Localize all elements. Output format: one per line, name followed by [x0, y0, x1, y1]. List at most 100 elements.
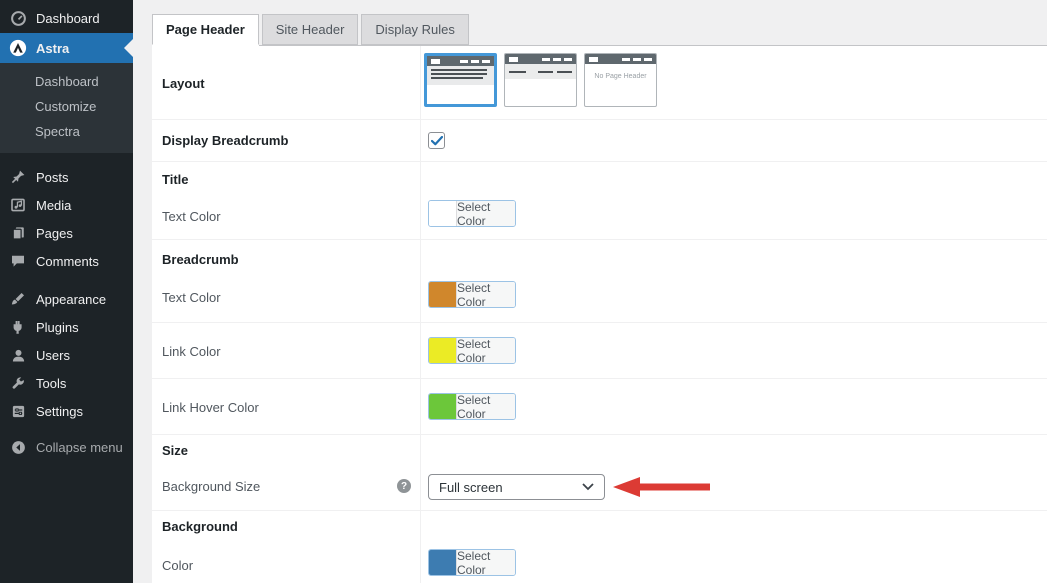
settings-tabbar: Page Header Site Header Display Rules [152, 14, 472, 45]
link-color-picker[interactable]: Select Color [428, 337, 516, 364]
background-size-dropdown[interactable]: Full screen [428, 474, 605, 500]
sidebar-item-settings[interactable]: Settings [0, 397, 133, 425]
collapse-menu-label: Collapse menu [36, 439, 123, 455]
setting-section-background: Background Color Select Color [152, 511, 1047, 582]
setting-row-link-color: Link Color Select Color [152, 323, 1047, 379]
breadcrumb-text-color-picker[interactable]: Select Color [428, 281, 516, 308]
sidebar-item-label: Tools [36, 375, 67, 391]
size-section-heading: Size [162, 443, 189, 458]
sidebar-item-label: Comments [36, 253, 99, 269]
appearance-brush-icon [9, 290, 27, 308]
wrench-icon [9, 374, 27, 392]
setting-row-display-breadcrumb: Display Breadcrumb [152, 120, 1047, 162]
layout-option-centered[interactable] [424, 53, 497, 107]
layout-option-none[interactable]: No Page Header [584, 53, 657, 107]
color-swatch [429, 338, 456, 363]
link-color-label: Link Color [162, 344, 221, 359]
thumb-browser-bar [505, 54, 576, 64]
sidebar-item-label: Pages [36, 225, 73, 241]
background-color-picker[interactable]: Select Color [428, 549, 516, 576]
sidebar-item-dashboard[interactable]: Dashboard [0, 3, 133, 33]
thumb-header-band [505, 64, 576, 79]
display-breadcrumb-checkbox[interactable] [428, 132, 445, 149]
pages-icon [9, 224, 27, 242]
breadcrumb-section-heading: Breadcrumb [162, 252, 239, 267]
settings-icon [9, 402, 27, 420]
setting-row-layout: Layout No Page Header [152, 46, 1047, 120]
breadcrumb-text-color-label: Text Color [162, 290, 221, 305]
menu-separator [0, 153, 133, 163]
title-text-color-picker[interactable]: Select Color [428, 200, 516, 227]
background-section-heading: Background [162, 519, 238, 534]
setting-section-size: Size Background Size ? Full screen [152, 435, 1047, 511]
link-hover-color-label: Link Hover Color [162, 400, 259, 415]
thumb-browser-bar [585, 54, 656, 64]
no-page-header-text: No Page Header [594, 73, 647, 80]
sidebar-item-label: Media [36, 197, 72, 213]
tab-page-header[interactable]: Page Header [152, 14, 259, 45]
sidebar-item-media[interactable]: Media [0, 191, 133, 219]
sidebar-item-label: Dashboard [36, 10, 100, 26]
sidebar-item-users[interactable]: Users [0, 341, 133, 369]
sidebar-item-label: Users [36, 347, 70, 363]
layout-option-inline[interactable] [504, 53, 577, 107]
sidebar-item-astra[interactable]: Astra [0, 33, 133, 63]
color-swatch [429, 550, 456, 575]
sidebar-item-label: Posts [36, 169, 69, 185]
submenu-item-dashboard[interactable]: Dashboard [0, 69, 133, 94]
menu-separator [0, 275, 133, 285]
menu-separator [0, 425, 133, 433]
help-icon[interactable]: ? [397, 479, 411, 493]
link-hover-color-picker[interactable]: Select Color [428, 393, 516, 420]
sidebar-item-comments[interactable]: Comments [0, 247, 133, 275]
select-color-button[interactable]: Select Color [456, 201, 515, 226]
color-swatch [429, 394, 456, 419]
pushpin-icon [9, 168, 27, 186]
astra-submenu: Dashboard Customize Spectra [0, 63, 133, 153]
sidebar-item-plugins[interactable]: Plugins [0, 313, 133, 341]
background-size-label: Background Size [162, 479, 261, 494]
color-swatch [429, 282, 456, 307]
sidebar-item-posts[interactable]: Posts [0, 163, 133, 191]
chevron-down-icon [582, 483, 594, 491]
collapse-arrow-icon [9, 438, 27, 456]
comment-icon [9, 252, 27, 270]
plugin-icon [9, 318, 27, 336]
active-item-arrow [124, 39, 133, 57]
title-section-heading: Title [162, 172, 189, 187]
collapse-menu-button[interactable]: Collapse menu [0, 433, 133, 461]
setting-section-breadcrumb: Breadcrumb Text Color Select Color [152, 240, 1047, 323]
display-breadcrumb-label: Display Breadcrumb [162, 133, 289, 148]
media-icon [9, 196, 27, 214]
sidebar-item-label: Plugins [36, 319, 79, 335]
sidebar-item-pages[interactable]: Pages [0, 219, 133, 247]
select-color-button[interactable]: Select Color [456, 338, 515, 363]
layout-options: No Page Header [424, 53, 657, 107]
dashboard-icon [9, 9, 27, 27]
submenu-item-customize[interactable]: Customize [0, 94, 133, 119]
thumb-header-band [427, 66, 494, 85]
submenu-item-spectra[interactable]: Spectra [0, 119, 133, 144]
layout-label: Layout [162, 76, 205, 91]
sidebar-item-label: Appearance [36, 291, 107, 307]
thumb-browser-bar [427, 56, 494, 66]
select-color-button[interactable]: Select Color [456, 282, 515, 307]
sidebar-item-tools[interactable]: Tools [0, 369, 133, 397]
sidebar-item-appearance[interactable]: Appearance [0, 285, 133, 313]
setting-row-link-hover-color: Link Hover Color Select Color [152, 379, 1047, 435]
page-header-settings-panel: Layout No Page Header Display Breadcrumb… [152, 45, 1047, 583]
select-color-button[interactable]: Select Color [456, 550, 515, 575]
select-color-button[interactable]: Select Color [456, 394, 515, 419]
background-size-value: Full screen [439, 479, 503, 495]
tab-site-header[interactable]: Site Header [261, 14, 359, 45]
tab-display-rules[interactable]: Display Rules [361, 14, 469, 45]
admin-sidebar: Dashboard Astra Dashboard Customize Spec… [0, 0, 133, 583]
background-color-label: Color [162, 558, 194, 573]
setting-section-title: Title Text Color Select Color [152, 162, 1047, 240]
title-text-color-label: Text Color [162, 209, 221, 224]
checkmark-icon [430, 135, 443, 145]
user-icon [9, 346, 27, 364]
red-annotation-arrow [613, 477, 710, 497]
astra-logo-icon [9, 39, 27, 57]
color-swatch [429, 201, 456, 226]
